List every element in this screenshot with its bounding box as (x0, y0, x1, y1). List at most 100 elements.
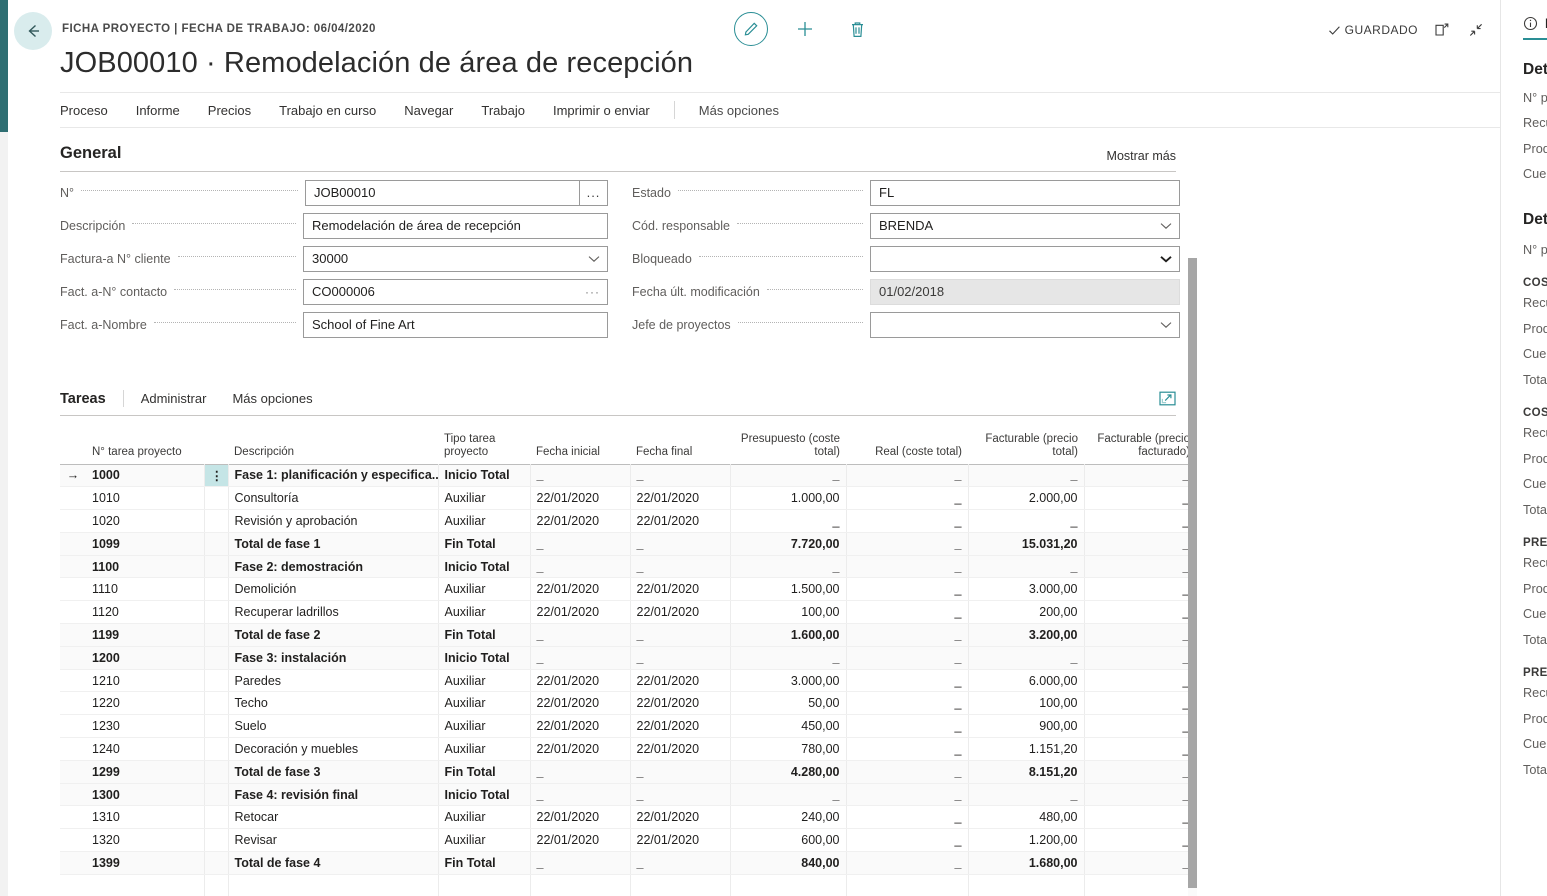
cell-descripcion[interactable]: Recuperar ladrillos (228, 600, 439, 625)
th-presupuesto[interactable]: Presupuesto (coste total) (730, 420, 846, 464)
cell-descripcion[interactable]: Total de fase 2 (228, 623, 439, 647)
cell-no-tarea[interactable]: 1120 (86, 600, 205, 625)
cell-facturable-facturado[interactable]: _ (1084, 509, 1197, 533)
table-row[interactable]: 1299 Total de fase 3 Fin Total _ _ 4.280,00 _ 8… (60, 760, 1197, 784)
cell-fecha-final[interactable] (630, 874, 731, 896)
cell-facturable-facturado[interactable]: _ (1084, 623, 1197, 647)
tasks-action-mas-opciones[interactable]: Más opciones (232, 391, 312, 406)
cell-tipo-tarea[interactable]: Auxiliar (438, 577, 531, 602)
cell-fecha-inicial[interactable]: 22/01/2020 (530, 714, 631, 739)
cell-descripcion[interactable] (228, 874, 439, 896)
cell-fecha-final[interactable]: _ (630, 783, 731, 807)
cell-presupuesto[interactable]: _ (730, 555, 847, 579)
row-menu-icon[interactable] (204, 691, 229, 716)
cell-facturable-facturado[interactable]: _ (1084, 646, 1197, 670)
cell-presupuesto[interactable]: 3.000,00 (730, 669, 847, 693)
cell-fecha-final[interactable]: _ (630, 463, 731, 488)
cell-facturable-total[interactable]: _ (968, 646, 1085, 670)
cell-facturable-facturado[interactable]: _ (1084, 463, 1197, 488)
cell-tipo-tarea[interactable]: Auxiliar (438, 737, 531, 761)
table-row[interactable]: 1110 Demolición Auxiliar 22/01/2020 22/01/20… (60, 577, 1197, 602)
cell-presupuesto[interactable]: _ (730, 783, 847, 807)
cell-descripcion[interactable]: Demolición (228, 577, 439, 602)
factura-a-cliente-field[interactable]: 30000 (303, 245, 608, 272)
ribbon-item-precios[interactable]: Precios (194, 93, 265, 127)
cell-facturable-total[interactable]: _ (968, 463, 1085, 488)
th-facturable-total[interactable]: Facturable (precio total) (968, 420, 1084, 464)
cell-fecha-final[interactable]: 22/01/2020 (630, 828, 731, 853)
ribbon-item-navegar[interactable]: Navegar (390, 93, 467, 127)
cell-no-tarea[interactable]: 1200 (86, 646, 205, 670)
row-menu-icon[interactable] (204, 509, 229, 533)
cell-no-tarea[interactable]: 1000 (86, 463, 205, 488)
cell-facturable-total[interactable]: 2.000,00 (968, 486, 1085, 511)
no-field[interactable]: JOB00010 (305, 179, 580, 206)
cell-real[interactable]: _ (846, 805, 969, 830)
cell-facturable-facturado[interactable]: _ (1084, 737, 1197, 761)
row-menu-icon[interactable] (204, 714, 229, 739)
cell-tipo-tarea[interactable] (438, 874, 531, 896)
cell-facturable-facturado[interactable]: _ (1084, 486, 1197, 511)
table-row[interactable]: 1010 Consultoría Auxiliar 22/01/2020 22/01/2… (60, 486, 1197, 511)
row-menu-icon[interactable] (204, 669, 229, 693)
cell-presupuesto[interactable]: 1.500,00 (730, 577, 847, 602)
cell-fecha-inicial[interactable]: _ (530, 851, 631, 875)
cell-fecha-final[interactable]: _ (630, 760, 731, 784)
table-row[interactable]: 1399 Total de fase 4 Fin Total _ _ 840,00 _ 1.6… (60, 851, 1197, 875)
cell-descripcion[interactable]: Fase 1: planificación y especifica... (228, 463, 439, 488)
table-row[interactable]: 1210 Paredes Auxiliar 22/01/2020 22/01/2020 3… (60, 669, 1197, 693)
cell-fecha-final[interactable]: 22/01/2020 (630, 509, 731, 533)
bloqueado-field[interactable] (870, 245, 1180, 272)
table-row[interactable]: 1230 Suelo Auxiliar 22/01/2020 22/01/2020 450… (60, 714, 1197, 739)
cell-facturable-facturado[interactable] (1084, 874, 1197, 896)
cell-presupuesto[interactable]: _ (730, 646, 847, 670)
cell-no-tarea[interactable] (86, 874, 205, 896)
cell-facturable-total[interactable]: 1.200,00 (968, 828, 1085, 853)
cell-real[interactable]: _ (846, 646, 969, 670)
cell-fecha-final[interactable]: _ (630, 555, 731, 579)
back-arrow-icon[interactable] (14, 12, 52, 50)
contacto-field[interactable]: CO000006 (303, 278, 608, 305)
chevron-down-icon[interactable] (1160, 321, 1172, 329)
cell-tipo-tarea[interactable]: Inicio Total (438, 646, 531, 670)
th-real[interactable]: Real (coste total) (846, 420, 968, 464)
row-menu-icon[interactable] (204, 805, 229, 830)
row-menu-icon[interactable] (204, 486, 229, 511)
cell-presupuesto[interactable]: 50,00 (730, 691, 847, 716)
cell-facturable-facturado[interactable]: _ (1084, 851, 1197, 875)
cell-tipo-tarea[interactable]: Inicio Total (438, 783, 531, 807)
cell-tipo-tarea[interactable]: Fin Total (438, 760, 531, 784)
cell-fecha-final[interactable]: 22/01/2020 (630, 691, 731, 716)
ribbon-item-informe[interactable]: Informe (122, 93, 194, 127)
cell-no-tarea[interactable]: 1010 (86, 486, 205, 511)
table-row[interactable]: → 1000 ⋮ Fase 1: planificación y especifica… (60, 463, 1197, 488)
cell-facturable-total[interactable]: _ (968, 555, 1085, 579)
cell-facturable-total[interactable]: _ (968, 783, 1085, 807)
cell-fecha-inicial[interactable]: _ (530, 783, 631, 807)
cell-tipo-tarea[interactable]: Auxiliar (438, 600, 531, 625)
cell-facturable-facturado[interactable]: _ (1084, 532, 1197, 556)
cell-presupuesto[interactable]: 4.280,00 (730, 760, 847, 784)
cell-fecha-inicial[interactable]: 22/01/2020 (530, 737, 631, 761)
table-row[interactable] (60, 874, 1197, 896)
cell-real[interactable]: _ (846, 669, 969, 693)
cell-tipo-tarea[interactable]: Auxiliar (438, 509, 531, 533)
cell-facturable-total[interactable]: 900,00 (968, 714, 1085, 739)
cell-descripcion[interactable]: Fase 3: instalación (228, 646, 439, 670)
ribbon-item-imprimir-o-enviar[interactable]: Imprimir o enviar (539, 93, 664, 127)
table-row[interactable]: 1020 Revisión y aprobación Auxiliar 22/01/2… (60, 509, 1197, 533)
cell-fecha-inicial[interactable]: 22/01/2020 (530, 486, 631, 511)
cell-tipo-tarea[interactable]: Auxiliar (438, 714, 531, 739)
cell-facturable-facturado[interactable]: _ (1084, 691, 1197, 716)
cell-descripcion[interactable]: Techo (228, 691, 439, 716)
cell-facturable-total[interactable]: 200,00 (968, 600, 1085, 625)
cell-real[interactable]: _ (846, 737, 969, 761)
cell-facturable-facturado[interactable]: _ (1084, 783, 1197, 807)
cell-fecha-final[interactable]: 22/01/2020 (630, 486, 731, 511)
cell-facturable-facturado[interactable]: _ (1084, 714, 1197, 739)
th-no-tarea[interactable]: N° tarea proyecto (86, 420, 204, 464)
cell-descripcion[interactable]: Revisar (228, 828, 439, 853)
th-tipo-tarea[interactable]: Tipo tarea proyecto (438, 420, 530, 464)
cell-fecha-final[interactable]: 22/01/2020 (630, 714, 731, 739)
cell-fecha-inicial[interactable]: 22/01/2020 (530, 600, 631, 625)
